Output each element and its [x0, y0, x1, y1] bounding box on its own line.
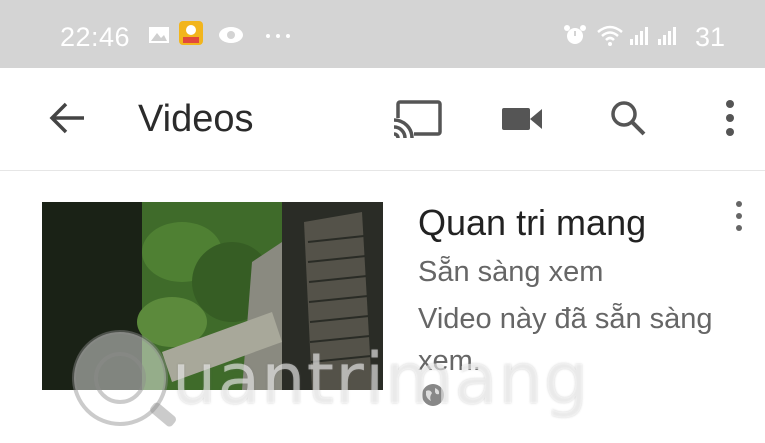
search-icon[interactable] [604, 94, 652, 142]
alarm-icon [564, 25, 586, 44]
video-list-item[interactable]: Quan tri mang Sẵn sàng xem Video này đã … [0, 172, 765, 443]
video-thumbnail[interactable] [42, 202, 383, 390]
back-arrow-icon[interactable] [44, 94, 92, 142]
app-notification-icon [179, 21, 203, 45]
eye-icon [219, 27, 243, 43]
video-camera-icon[interactable] [498, 94, 546, 142]
signal-icon [630, 27, 648, 45]
page-title: Videos [138, 98, 254, 140]
video-description: Video này đã sẵn sàng xem. [418, 303, 713, 377]
item-more-icon[interactable] [724, 196, 754, 236]
video-status: Sẵn sàng xem [418, 256, 604, 288]
app-bar: Videos [0, 68, 765, 171]
battery-level: 31 [694, 22, 725, 52]
gallery-icon [149, 27, 169, 43]
video-title: Quan tri mang [418, 202, 647, 243]
globe-icon [422, 384, 444, 406]
more-dots-icon [266, 34, 290, 38]
cast-icon[interactable] [390, 94, 446, 142]
wifi-icon [597, 25, 623, 46]
status-bar: 22:46 31 [0, 0, 765, 68]
more-vert-icon[interactable] [706, 94, 754, 142]
signal-icon [658, 27, 676, 45]
status-time: 22:46 [60, 22, 131, 52]
